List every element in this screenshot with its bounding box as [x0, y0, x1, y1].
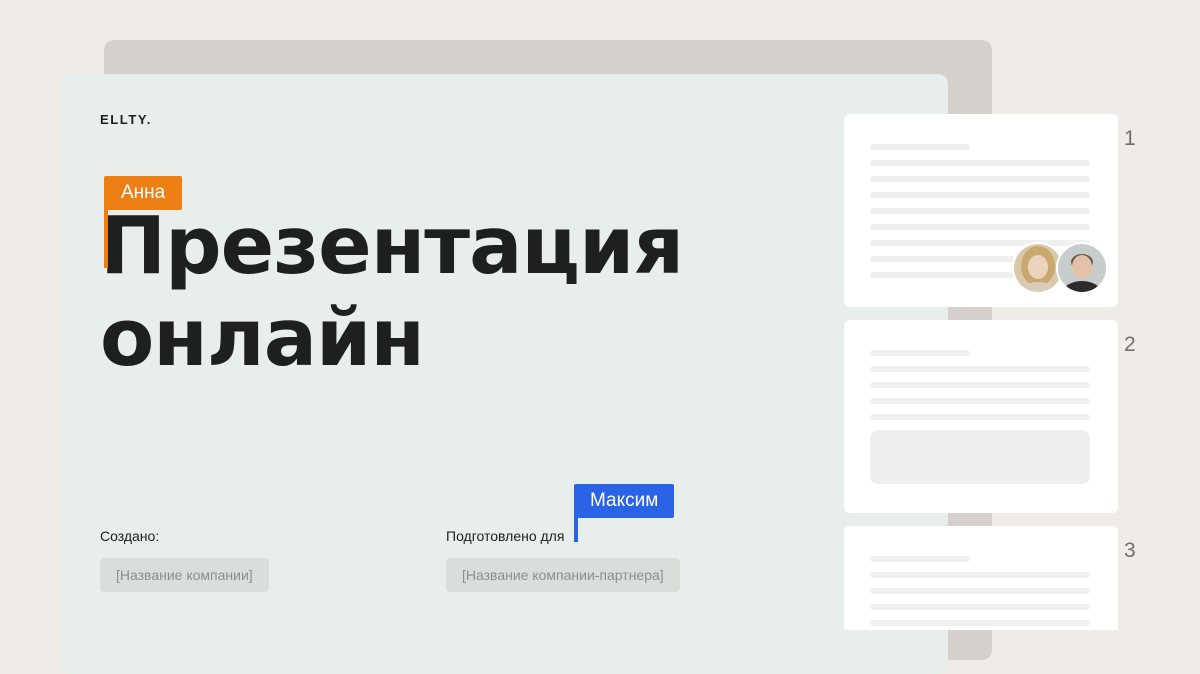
- logo-text: ELLTY: [100, 112, 147, 127]
- prepared-for-label: Подготовлено для: [446, 528, 565, 544]
- text-line: [870, 350, 970, 356]
- text-line: [870, 620, 1090, 626]
- text-line: [870, 398, 1090, 404]
- avatar-maxim[interactable]: [1056, 242, 1108, 294]
- page-number-1: 1: [1124, 127, 1136, 150]
- text-line: [870, 588, 1090, 594]
- text-line: [870, 240, 1090, 246]
- title-line-1: Презентация: [100, 200, 684, 292]
- text-line: [870, 604, 1090, 610]
- text-line: [870, 366, 1090, 372]
- text-line: [870, 144, 970, 150]
- logo-dot: .: [146, 112, 152, 127]
- text-line: [870, 572, 1090, 578]
- text-line: [870, 208, 1090, 214]
- text-line: [870, 192, 1090, 198]
- collaborator-cursor-anna: [104, 206, 108, 268]
- text-line: [870, 414, 1090, 420]
- text-line: [870, 382, 1090, 388]
- created-label: Создано:: [100, 528, 160, 544]
- page-number-3: 3: [1124, 539, 1136, 562]
- content-block: [870, 430, 1090, 484]
- collaborator-tag-maxim: Максим: [574, 484, 675, 518]
- collaborator-tag-anna: Анна: [104, 176, 183, 210]
- page-title[interactable]: Презентация онлайн: [100, 200, 684, 384]
- text-line: [870, 160, 1090, 166]
- partner-company-field[interactable]: [Название компании-партнера]: [446, 558, 680, 592]
- text-line: [870, 556, 970, 562]
- text-line: [870, 224, 1090, 230]
- text-line: [870, 176, 1090, 182]
- page-thumbnail-3[interactable]: [844, 526, 1118, 630]
- page-number-2: 2: [1124, 333, 1136, 356]
- brand-logo: ELLTY.: [100, 112, 152, 127]
- created-company-field[interactable]: [Название компании]: [100, 558, 269, 592]
- page-thumbnail-2[interactable]: [844, 320, 1118, 513]
- title-line-2: онлайн: [100, 292, 425, 384]
